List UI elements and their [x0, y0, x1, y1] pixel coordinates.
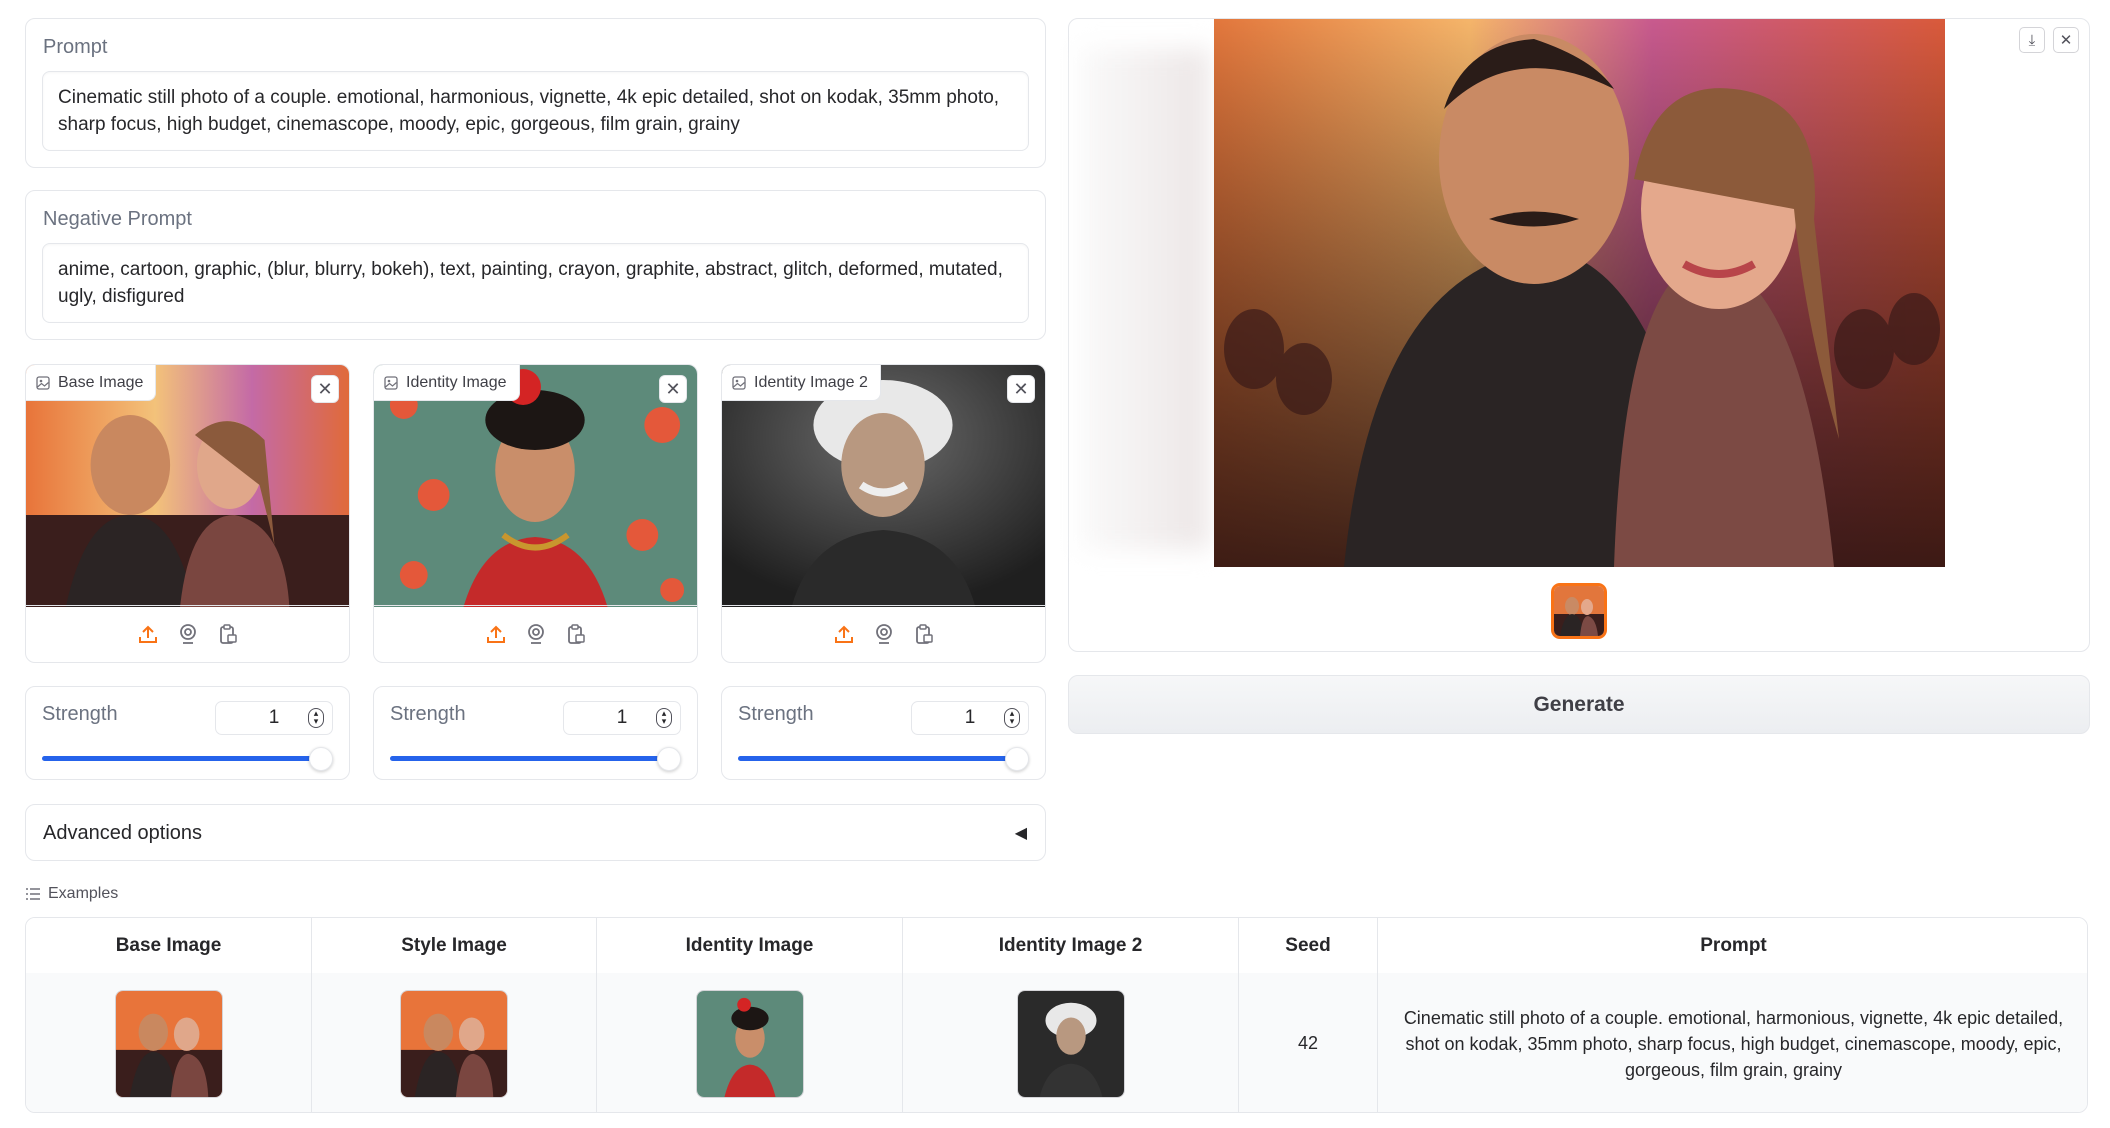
- negative-prompt-panel: Negative Prompt anime, cartoon, graphic,…: [25, 190, 1046, 340]
- identity-image-2-upload[interactable]: Identity Image 2 ✕: [721, 364, 1046, 663]
- strength-value: 1: [268, 707, 280, 728]
- examples-table: Base Image Style Image Identity Image Id…: [25, 917, 2088, 1113]
- collapse-arrow-icon[interactable]: ◀: [1015, 823, 1027, 843]
- column-header: Seed: [1239, 918, 1378, 973]
- column-header: Identity Image: [597, 918, 903, 973]
- slider-thumb[interactable]: [309, 747, 333, 771]
- example-thumbnail: [114, 989, 223, 1098]
- gallery-thumbnail-selected[interactable]: [1551, 583, 1607, 639]
- table-cell-style-image[interactable]: [312, 973, 597, 1112]
- slider-track[interactable]: [42, 756, 323, 761]
- strength-number-input[interactable]: 1 ▴ ▾: [563, 701, 681, 735]
- slider-track[interactable]: [390, 756, 671, 761]
- image-icon: [732, 375, 746, 390]
- advanced-options-label: Advanced options: [43, 822, 203, 844]
- identity-image-tag: Identity Image: [374, 365, 520, 401]
- close-icon[interactable]: ✕: [2053, 27, 2079, 53]
- clipboard-icon[interactable]: [217, 623, 239, 645]
- gallery-thumbnail-image: [1554, 586, 1604, 636]
- advanced-options-accordion[interactable]: Advanced options ◀: [25, 804, 1046, 861]
- identity-image-preview: [374, 365, 697, 607]
- strength-number-input[interactable]: 1 ▴ ▾: [911, 701, 1029, 735]
- example-thumbnail: [695, 989, 804, 1098]
- close-icon[interactable]: ✕: [659, 375, 687, 403]
- image-tools: [722, 605, 1045, 662]
- strength-number-input[interactable]: 1 ▴ ▾: [215, 701, 333, 735]
- base-image-preview: [26, 365, 349, 607]
- negative-prompt-input[interactable]: anime, cartoon, graphic, (blur, blurry, …: [42, 243, 1029, 323]
- image-icon: [36, 375, 50, 390]
- column-header: Style Image: [312, 918, 597, 973]
- image-tools: [26, 605, 349, 662]
- identity-image-2-preview: [722, 365, 1045, 607]
- table-cell-identity-image[interactable]: [597, 973, 903, 1112]
- close-icon[interactable]: ✕: [1007, 375, 1035, 403]
- spinner-icon[interactable]: ▴ ▾: [308, 708, 324, 728]
- base-image-tag: Base Image: [26, 365, 157, 401]
- generated-image[interactable]: [1214, 19, 1945, 567]
- webcam-icon[interactable]: [177, 623, 199, 645]
- strength-label: Strength: [42, 703, 118, 725]
- upload-icon[interactable]: [833, 623, 855, 645]
- upload-icon[interactable]: [137, 623, 159, 645]
- example-thumbnail: [400, 989, 508, 1098]
- strength-value: 1: [616, 707, 628, 728]
- examples-label: Examples: [48, 885, 119, 902]
- examples-heading: Examples: [26, 885, 118, 903]
- identity-image-upload[interactable]: Identity Image ✕: [373, 364, 698, 663]
- table-cell-seed[interactable]: 42: [1239, 973, 1378, 1112]
- slider-track[interactable]: [738, 756, 1019, 761]
- identity-image-label: Identity Image: [406, 373, 507, 391]
- clipboard-icon[interactable]: [565, 623, 587, 645]
- column-header: Base Image: [26, 918, 312, 973]
- negative-prompt-label: Negative Prompt: [43, 208, 192, 230]
- example-thumbnail: [1016, 989, 1125, 1098]
- base-image-upload[interactable]: Base Image ✕: [25, 364, 350, 663]
- prompt-label: Prompt: [43, 36, 108, 58]
- clipboard-icon[interactable]: [913, 623, 935, 645]
- identity-image-2-label: Identity Image 2: [754, 373, 868, 391]
- strength-slider-1: Strength 1 ▴ ▾: [25, 686, 350, 780]
- spinner-icon[interactable]: ▴ ▾: [656, 708, 672, 728]
- webcam-icon[interactable]: [873, 623, 895, 645]
- upload-icon[interactable]: [485, 623, 507, 645]
- strength-value: 1: [964, 707, 976, 728]
- identity-image-2-tag: Identity Image 2: [722, 365, 881, 401]
- slider-thumb[interactable]: [657, 747, 681, 771]
- slider-thumb[interactable]: [1005, 747, 1029, 771]
- prompt-panel: Prompt Cinematic still photo of a couple…: [25, 18, 1046, 168]
- table-cell-base-image[interactable]: [26, 973, 312, 1112]
- webcam-icon[interactable]: [525, 623, 547, 645]
- image-tools: [374, 605, 697, 662]
- table-cell-identity-image-2[interactable]: [903, 973, 1239, 1112]
- column-header: Identity Image 2: [903, 918, 1239, 973]
- download-icon[interactable]: ⤓: [2019, 27, 2045, 53]
- strength-slider-3: Strength 1 ▴ ▾: [721, 686, 1046, 780]
- table-cell-prompt[interactable]: Cinematic still photo of a couple. emoti…: [1378, 973, 2087, 1112]
- list-icon: [26, 888, 40, 900]
- prompt-input[interactable]: Cinematic still photo of a couple. emoti…: [42, 71, 1029, 151]
- strength-slider-2: Strength 1 ▴ ▾: [373, 686, 698, 780]
- base-image-label: Base Image: [58, 373, 144, 391]
- gallery-background: [1079, 49, 1209, 549]
- output-gallery: ⤓ ✕: [1068, 18, 2090, 652]
- column-header: Prompt: [1378, 918, 2087, 973]
- strength-label: Strength: [738, 703, 814, 725]
- strength-label: Strength: [390, 703, 466, 725]
- image-icon: [384, 375, 398, 390]
- spinner-icon[interactable]: ▴ ▾: [1004, 708, 1020, 728]
- close-icon[interactable]: ✕: [311, 375, 339, 403]
- generate-button[interactable]: Generate: [1068, 675, 2090, 734]
